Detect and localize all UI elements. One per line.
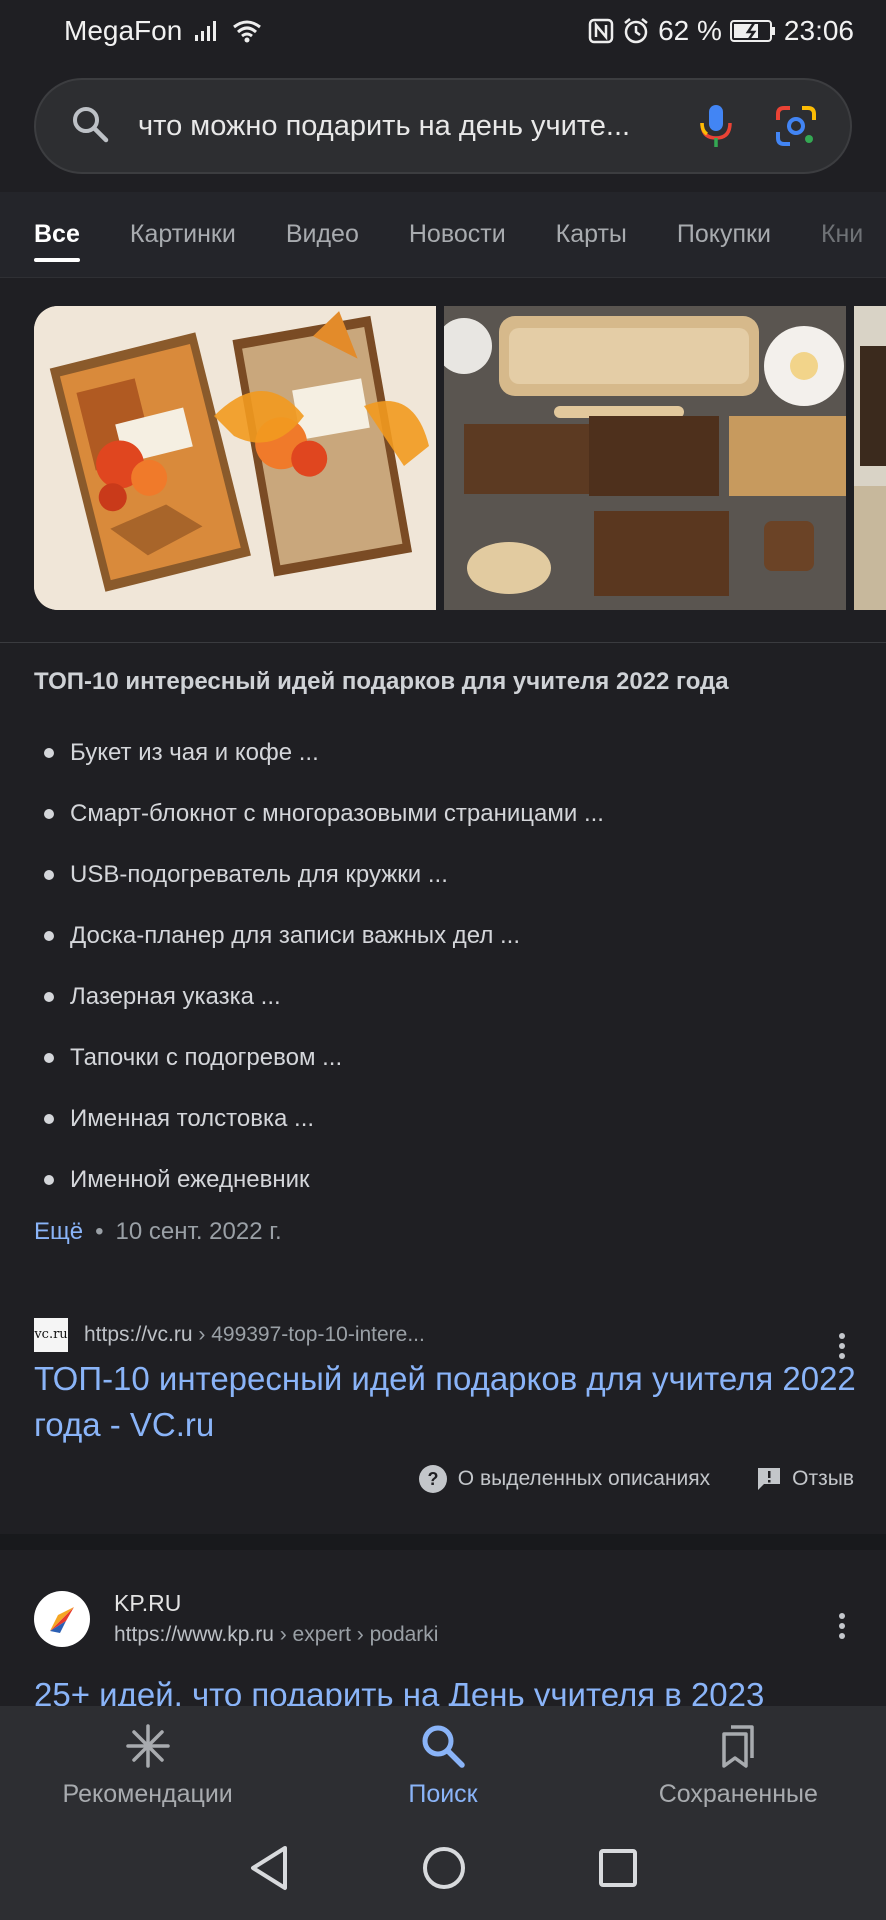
bottom-navigation: Рекомендации Поиск Сохраненные <box>0 1706 886 1816</box>
system-navigation-bar <box>0 1816 886 1920</box>
nav-recommendations[interactable]: Рекомендации <box>8 1722 288 1816</box>
tab-maps[interactable]: Карты <box>556 192 627 277</box>
tab-news[interactable]: Новости <box>409 192 506 277</box>
more-link[interactable]: Ещё <box>34 1218 83 1246</box>
vc-favicon: vc.ru <box>34 1318 68 1352</box>
feedback-icon <box>758 1468 781 1490</box>
asterisk-icon <box>125 1724 170 1768</box>
snippet-footer: Ещё • 10 сент. 2022 г. <box>34 1218 282 1246</box>
search-tabs: Все Картинки Видео Новости Карты Покупки… <box>0 192 886 278</box>
signal-icon <box>194 20 220 42</box>
section-divider <box>0 642 886 643</box>
battery-icon <box>729 19 776 43</box>
tab-all[interactable]: Все <box>34 192 80 277</box>
about-snippets-button[interactable]: ? О выделенных описаниях <box>418 1464 710 1494</box>
nav-saved[interactable]: Сохраненные <box>598 1722 878 1816</box>
recents-icon[interactable] <box>597 1847 639 1889</box>
list-item: Букет из чая и кофе ... <box>44 722 604 783</box>
clock: 23:06 <box>783 15 854 46</box>
result-url[interactable]: https://vc.ru › 499397-top-10-intere... <box>84 1323 425 1347</box>
more-options-icon[interactable] <box>824 1606 860 1646</box>
snippet-title: ТОП-10 интересный идей подарков для учит… <box>34 668 729 695</box>
search-icon[interactable] <box>70 104 110 149</box>
image-result-cards[interactable] <box>34 306 436 610</box>
about-snippets-label: О выделенных описаниях <box>457 1467 711 1490</box>
svg-text:?: ? <box>427 1469 438 1489</box>
battery-percent: 62 % <box>658 15 722 46</box>
list-item: Именной ежедневник <box>44 1149 604 1210</box>
bookmarks-icon <box>722 1725 755 1768</box>
list-item: Смарт-блокнот с многоразовыми страницами… <box>44 783 604 844</box>
feedback-button[interactable]: Отзыв <box>756 1466 854 1492</box>
snippet-list: Букет из чая и кофе ... Смарт-блокнот с … <box>44 722 604 1210</box>
list-item: USB-подогреватель для кружки ... <box>44 844 604 905</box>
result-title-link[interactable]: ТОП-10 интересный идей подарков для учит… <box>34 1356 864 1448</box>
site-name: KP.RU <box>114 1590 182 1616</box>
nav-search[interactable]: Поиск <box>303 1722 583 1816</box>
image-result-wooden-gifts[interactable] <box>444 306 846 610</box>
microphone-icon[interactable] <box>686 96 746 156</box>
separator-dot: • <box>95 1218 104 1245</box>
help-icon: ? <box>418 1465 447 1493</box>
list-item: Лазерная указка ... <box>44 966 604 1027</box>
image-carousel <box>34 306 886 610</box>
list-item: Доска-планер для записи важных дел ... <box>44 905 604 966</box>
google-lens-icon[interactable] <box>766 96 826 156</box>
image-result-partial[interactable] <box>854 306 886 610</box>
back-icon[interactable] <box>247 1844 291 1892</box>
result-footer: ? О выделенных описаниях Отзыв <box>418 1464 854 1494</box>
feedback-label: Отзыв <box>792 1467 854 1490</box>
list-item: Именная толстовка ... <box>44 1088 604 1149</box>
search-input[interactable]: что можно подарить на день учите... <box>138 110 666 143</box>
alarm-icon <box>622 17 650 45</box>
nav-label: Поиск <box>408 1780 478 1808</box>
status-bar: MegaFon 62 % 23:06 <box>0 0 886 62</box>
wifi-icon <box>232 19 262 43</box>
snippet-date: 10 сент. 2022 г. <box>115 1218 282 1245</box>
search-bar[interactable]: что можно подарить на день учите... <box>34 78 852 174</box>
list-item: Тапочки с подогревом ... <box>44 1027 604 1088</box>
tab-shopping[interactable]: Покупки <box>677 192 771 277</box>
home-icon[interactable] <box>421 1845 467 1891</box>
kp-favicon <box>34 1590 90 1647</box>
result-title-link[interactable]: 25+ идей, что подарить на День учителя в… <box>34 1672 864 1708</box>
tab-books[interactable]: Кни <box>821 192 863 277</box>
carrier-name: MegaFon <box>64 15 183 46</box>
tab-video[interactable]: Видео <box>286 192 359 277</box>
nav-label: Рекомендации <box>62 1780 233 1808</box>
search-icon <box>422 1725 465 1768</box>
tab-images[interactable]: Картинки <box>130 192 236 277</box>
result-url[interactable]: https://www.kp.ru › expert › podarki <box>114 1623 438 1647</box>
nav-label: Сохраненные <box>658 1780 818 1808</box>
result-source[interactable]: vc.ru https://vc.ru › 499397-top-10-inte… <box>34 1318 425 1352</box>
nfc-icon <box>588 18 614 44</box>
result-separator <box>0 1534 886 1550</box>
result-source[interactable]: KP.RU https://www.kp.ru › expert › podar… <box>34 1590 438 1647</box>
